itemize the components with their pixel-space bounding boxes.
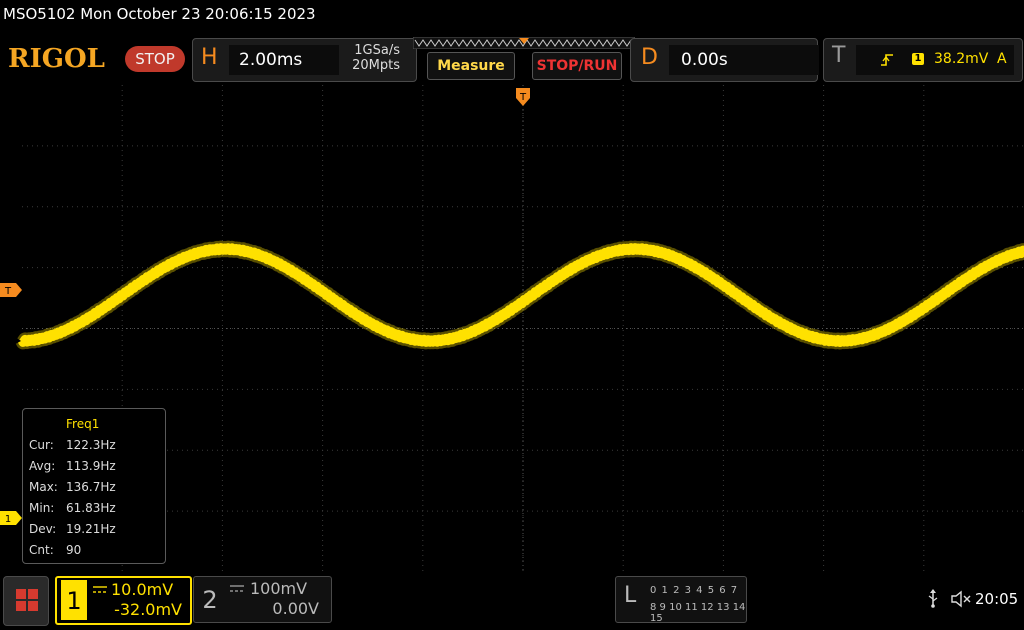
logic-analyzer-panel[interactable]: L 0 1 2 3 4 5 6 7 8 9 10 11 12 13 14 15: [615, 576, 747, 624]
measurement-statistics-panel[interactable]: Freq1 Cur: 122.3Hz Avg: 113.9Hz Max: 136.7H…: [22, 408, 166, 564]
trigger-mode: A: [997, 51, 1007, 67]
delay-panel[interactable]: D 0.00s: [630, 38, 819, 82]
channel2-number: 2: [202, 586, 218, 614]
channel1-number: 1: [61, 580, 87, 620]
measurement-row-value: 19.21Hz: [66, 522, 116, 536]
usb-icon: [928, 589, 938, 608]
sound-muted-icon[interactable]: [951, 590, 971, 608]
horizontal-panel[interactable]: H 2.00ms 1GSa/s 20Mpts: [192, 38, 417, 82]
trigger-position-marker[interactable]: T: [516, 88, 530, 108]
trigger-level-marker-label: T: [4, 286, 12, 297]
channel1-panel[interactable]: 1 10.0mV -32.0mV: [55, 576, 192, 625]
trigger-panel[interactable]: T 1 38.2mV A: [823, 38, 1023, 82]
time-scale-value[interactable]: 2.00ms: [229, 45, 339, 75]
channel2-offset: 0.00V: [272, 599, 319, 618]
measurement-row-label: Avg:: [29, 459, 56, 473]
horizontal-label: H: [201, 45, 218, 70]
delay-value[interactable]: 0.00s: [669, 45, 819, 75]
logic-label: L: [624, 583, 637, 608]
measurement-row-label: Min:: [29, 501, 55, 515]
sample-rate-info: 1GSa/s 20Mpts: [352, 43, 400, 73]
measurement-row: Cnt: 90: [29, 543, 81, 557]
measurement-row-value: 90: [66, 543, 82, 557]
dc-coupling-icon: [230, 585, 244, 592]
channel1-offset: -32.0mV: [114, 600, 182, 619]
measurement-title: Freq1: [66, 417, 100, 431]
channel1-offset-marker[interactable]: 1: [0, 511, 24, 525]
logic-channels-row2: 8 9 10 11 12 13 14 15: [650, 602, 746, 624]
system-clock: 20:05: [975, 590, 1019, 608]
channel1-scale: 10.0mV: [111, 580, 174, 599]
measurement-row: Dev: 19.21Hz: [29, 522, 116, 536]
memory-depth: 20Mpts: [352, 58, 400, 73]
channel2-scale: 100mV: [250, 579, 308, 598]
rising-edge-icon: [881, 54, 893, 66]
stop-run-button[interactable]: STOP/RUN: [532, 52, 622, 80]
measurement-row-value: 113.9Hz: [66, 459, 116, 473]
rigol-logo: RIGOL: [8, 44, 105, 74]
measurement-row: Max: 136.7Hz: [29, 480, 116, 494]
run-state-badge[interactable]: STOP: [125, 46, 185, 72]
measurement-row-label: Cnt:: [29, 543, 54, 557]
trigger-settings[interactable]: 1 38.2mV A: [856, 45, 1014, 75]
measurement-row-value: 136.7Hz: [66, 480, 116, 494]
measurement-row-label: Max:: [29, 480, 58, 494]
measurement-row: Avg: 113.9Hz: [29, 459, 116, 473]
measurement-row-label: Dev:: [29, 522, 57, 536]
main-menu-button[interactable]: [3, 576, 49, 626]
menu-grid-icon: [16, 589, 38, 611]
trigger-level-marker[interactable]: T: [0, 283, 24, 297]
delay-label: D: [641, 45, 658, 70]
measure-button[interactable]: Measure: [427, 52, 515, 80]
measurement-row: Min: 61.83Hz: [29, 501, 116, 515]
sample-rate: 1GSa/s: [354, 43, 400, 58]
trigger-position-marker-label: T: [519, 92, 527, 103]
trigger-label: T: [832, 43, 846, 68]
measurement-row-value: 61.83Hz: [66, 501, 116, 515]
channel2-panel[interactable]: 2 100mV 0.00V: [193, 576, 332, 623]
trigger-source-badge: 1: [912, 53, 924, 65]
window-title: MSO5102 Mon October 23 20:06:15 2023: [3, 5, 316, 23]
trigger-level: 38.2mV: [934, 51, 989, 67]
measurement-row: Cur: 122.3Hz: [29, 438, 116, 452]
trigger-position-strip: [413, 37, 635, 49]
dc-coupling-icon: [93, 586, 107, 593]
logic-channels-row1: 0 1 2 3 4 5 6 7: [650, 585, 739, 596]
measurement-row-value: 122.3Hz: [66, 438, 116, 452]
channel1-offset-marker-label: 1: [5, 514, 11, 525]
measurement-row-label: Cur:: [29, 438, 54, 452]
